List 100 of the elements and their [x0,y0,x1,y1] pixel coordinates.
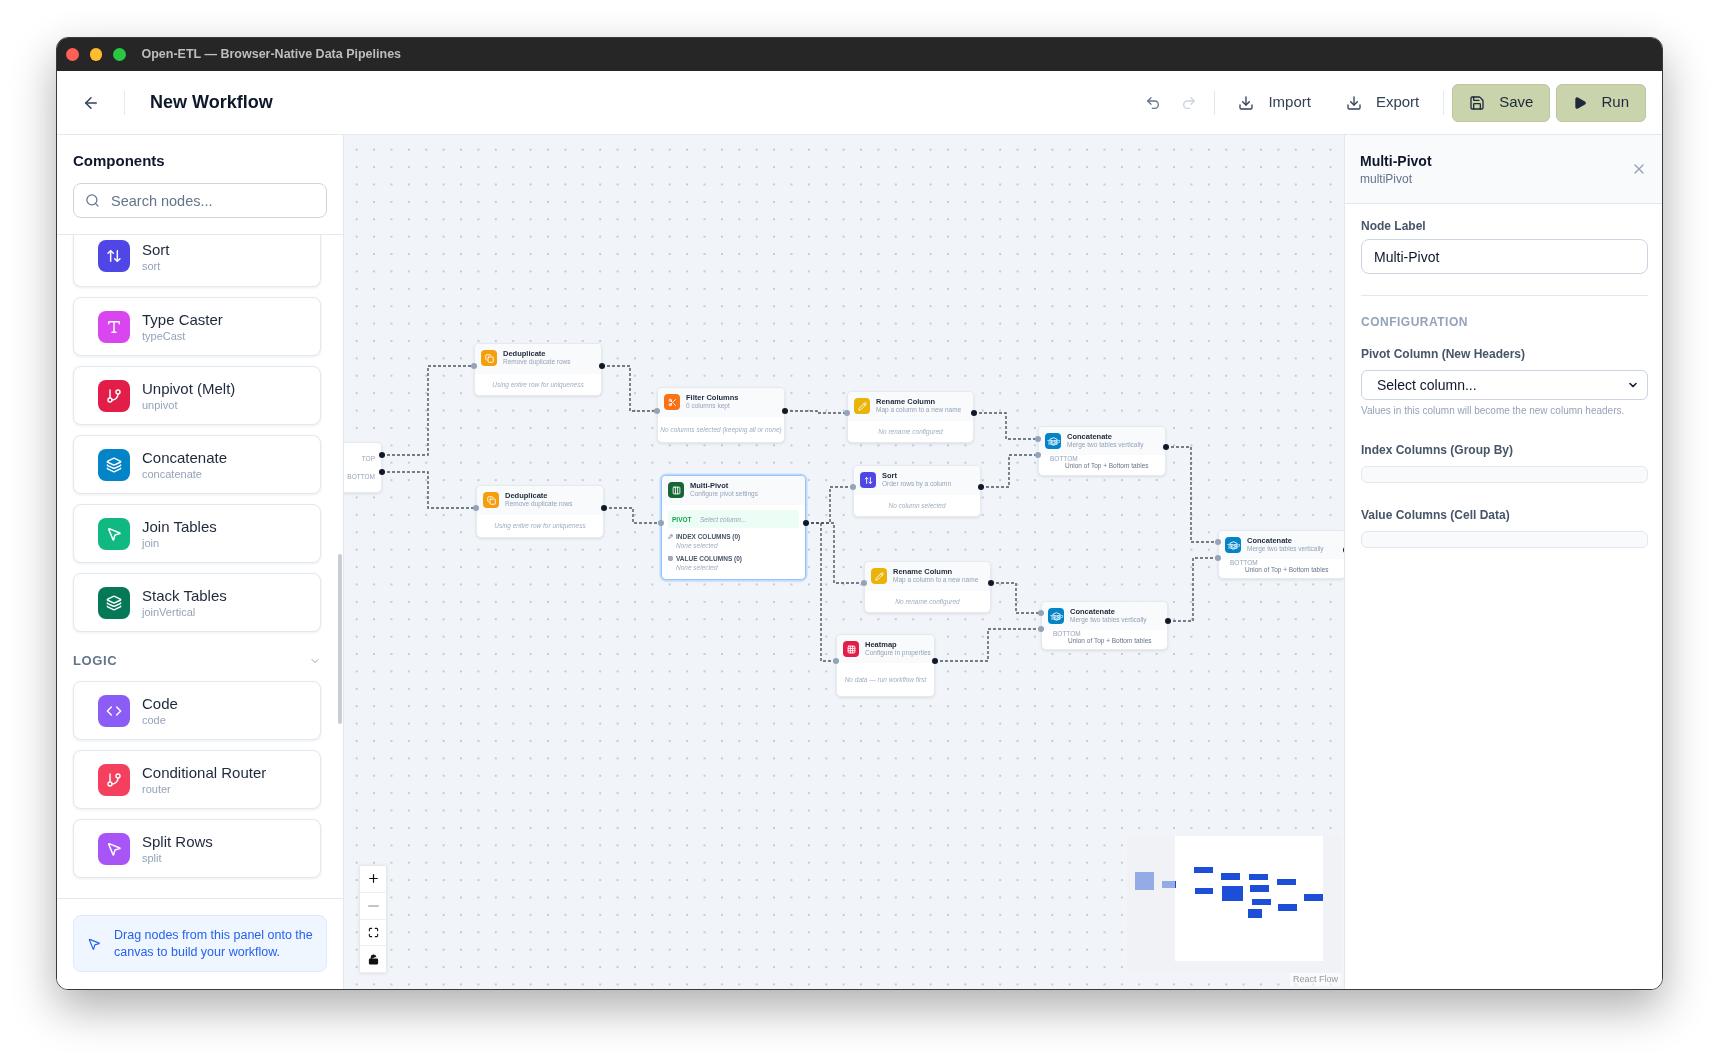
plus-icon [366,872,380,886]
minimap-node [1249,874,1268,880]
component-type: router [142,782,172,796]
component-name: Conditional Router [142,763,267,782]
export-button[interactable]: Export [1335,83,1430,122]
component-name: Unpivot (Melt) [142,379,236,398]
component-name: Type Caster [142,310,223,329]
column-list-field[interactable] [1361,531,1648,548]
minimap-node [1194,867,1213,873]
component-card[interactable]: Join Tables join [73,504,321,563]
component-card[interactable]: Split Rows split [73,819,321,878]
component-card[interactable]: Sort sort [73,235,321,287]
input-handle[interactable] [1035,452,1041,458]
node-type-label: multiPivot [1360,170,1413,187]
component-type: concatenate [142,467,203,481]
panel-title: Multi-Pivot [1360,151,1432,171]
play-icon [1573,95,1588,110]
input-handle[interactable] [1215,539,1221,545]
key-icon [668,534,673,539]
minimap-node [1304,894,1323,901]
component-name: Code [142,694,178,713]
component-name: Sort [142,239,170,259]
output-handle[interactable] [988,580,994,586]
input-handle[interactable] [1035,436,1041,442]
output-handle[interactable] [379,469,385,475]
output-handle[interactable] [978,484,984,490]
import-button[interactable]: Import [1228,83,1321,122]
column-select[interactable]: Select column... [1361,370,1648,400]
section-header[interactable]: LOGIC [73,651,321,671]
field-label: Node Label [1361,218,1427,234]
window-title: Open-ETL — Browser-Native Data Pipelines [141,46,402,64]
output-handle[interactable] [601,505,607,511]
component-type: split [142,851,163,865]
input-handle[interactable] [1215,555,1221,561]
hint-text: Drag nodes from this panel onto the canvas to build your workflow. [114,926,314,961]
output-handle[interactable] [932,658,938,664]
help-text: Values in this column will become the new column headers. [1361,404,1626,418]
component-type: join [142,536,161,550]
search-field[interactable]: Search nodes... [73,183,327,218]
output-handle[interactable] [379,452,385,458]
minimap-node [1222,886,1243,901]
input-handle[interactable] [861,580,867,586]
pointer-icon [87,936,101,951]
download-icon [1345,94,1362,111]
output-handle[interactable] [971,410,977,416]
field-label: Pivot Column (New Headers) [1361,346,1527,362]
output-handle[interactable] [782,408,788,414]
component-type: code [142,713,167,727]
download-icon [1238,94,1255,111]
input-handle[interactable] [850,484,856,490]
component-card[interactable]: Concatenate concatenate [73,435,321,494]
minus-icon [367,904,379,907]
component-type: sort [142,258,162,273]
minimap-node [1135,872,1154,890]
output-handle[interactable] [599,363,605,369]
column-list-field[interactable] [1361,466,1648,483]
input-handle[interactable] [473,505,479,511]
panel-heading: Components [73,151,166,171]
component-card[interactable]: Type Caster typeCast [73,297,321,356]
minimap-node [1221,873,1240,880]
field-label: Value Columns (Cell Data) [1361,507,1511,523]
output-handle[interactable] [1165,618,1171,624]
minimap-node [1250,885,1269,892]
component-card[interactable]: Unpivot (Melt) unpivot [73,366,321,425]
window-zoom-button[interactable] [113,48,126,61]
padlock-icon [367,953,379,965]
minimap-node [1252,899,1271,905]
component-name: Split Rows [142,832,213,851]
input-handle[interactable] [658,520,664,526]
input-handle[interactable] [1038,610,1044,616]
minimap-node [1162,881,1176,888]
component-card[interactable]: Code code [73,681,321,740]
field-label: Index Columns (Group By) [1361,442,1514,458]
output-handle[interactable] [1163,444,1169,450]
input-handle[interactable] [654,408,660,414]
corners-icon [367,926,379,938]
component-name: Stack Tables [142,586,227,605]
window-minimize-button[interactable] [89,48,102,61]
input-handle[interactable] [471,363,477,369]
input-handle[interactable] [844,410,850,416]
input-handle[interactable] [833,658,839,664]
search-icon [85,193,100,208]
window-close-button[interactable] [66,48,79,61]
minimap-node [1278,904,1297,911]
redo-icon [1181,94,1198,111]
label-input[interactable]: Multi-Pivot [1361,239,1648,274]
minimap-node [1195,888,1213,894]
output-handle[interactable] [803,520,809,526]
component-name: Join Tables [142,517,217,536]
component-name: Concatenate [142,448,228,467]
component-type: unpivot [142,398,179,412]
run-button[interactable]: Run [1556,83,1646,122]
component-card[interactable]: Stack Tables joinVertical [73,573,321,632]
save-button[interactable]: Save [1452,83,1551,122]
component-type: joinVertical [142,605,197,619]
component-card[interactable]: Conditional Router router [73,750,321,809]
minimap-node [1277,879,1296,885]
minimap-node [1248,909,1262,918]
undo-icon [1145,94,1162,111]
input-handle[interactable] [1038,626,1044,632]
